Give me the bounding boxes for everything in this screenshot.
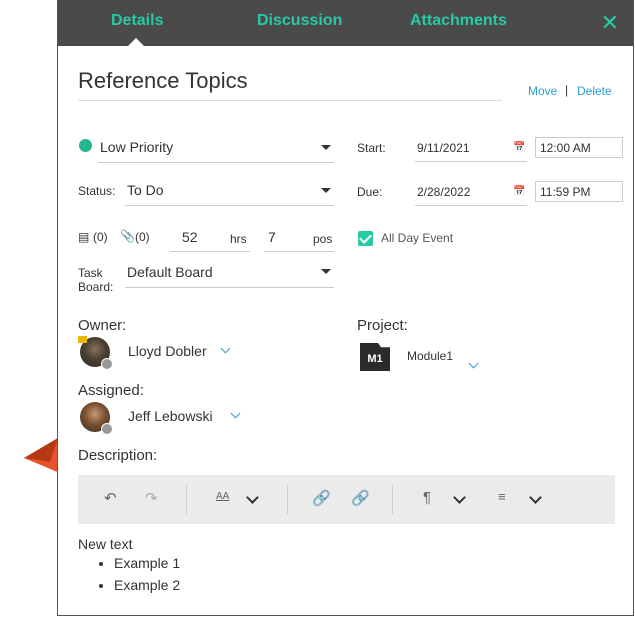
toolbar-divider [392, 485, 393, 514]
position-unit: pos [313, 232, 333, 246]
list-item: Example 1 [114, 552, 180, 574]
description-label: Description: [78, 447, 158, 464]
all-day-label: All Day Event [381, 231, 454, 245]
active-tab-indicator [128, 38, 144, 46]
all-day-checkbox[interactable] [358, 231, 373, 246]
due-time-input[interactable]: 11:59 PM [535, 181, 623, 202]
unlink-icon: 🔗 [351, 490, 370, 507]
priority-select[interactable]: Low Priority [100, 139, 173, 155]
position-underline [264, 251, 334, 252]
tab-attachments[interactable]: Attachments [410, 12, 507, 30]
notes-count: (0) [93, 230, 108, 244]
owner-status-indicator [101, 358, 113, 370]
start-date-underline [415, 161, 527, 162]
project-label: Project: [357, 317, 408, 334]
close-icon[interactable]: ✕ [601, 12, 619, 34]
task-board-label-line1: Task [78, 266, 103, 280]
toolbar-divider [186, 485, 187, 514]
paragraph-chevron-down-icon[interactable] [453, 491, 466, 504]
assigned-status-indicator [101, 423, 113, 435]
due-date-input[interactable]: 2/28/2022 [417, 185, 470, 199]
list-item: Example 2 [114, 574, 180, 596]
assigned-chevron-down-icon[interactable] [230, 408, 241, 419]
priority-dropdown-icon[interactable] [321, 145, 331, 150]
owner-chevron-down-icon[interactable] [220, 343, 231, 354]
priority-underline [98, 162, 334, 163]
redo-icon: ↷ [145, 490, 158, 507]
hours-unit: hrs [230, 232, 247, 246]
start-calendar-icon[interactable]: 📅 [513, 142, 525, 153]
position-input[interactable]: 7 [268, 229, 276, 245]
description-bullet-list: Example 1 Example 2 [78, 552, 180, 596]
due-label: Due: [357, 185, 383, 199]
owner-label: Owner: [78, 317, 127, 334]
due-calendar-icon[interactable]: 📅 [513, 186, 525, 197]
status-select[interactable]: To Do [127, 182, 164, 198]
start-time-input[interactable]: 12:00 AM [535, 137, 623, 158]
task-board-select[interactable]: Default Board [127, 264, 213, 280]
font-size-icon[interactable]: AA [216, 491, 229, 502]
project-module-badge: M1 [360, 343, 390, 371]
assigned-name[interactable]: Jeff Lebowski [128, 408, 213, 424]
hours-underline [170, 251, 250, 252]
task-board-underline [125, 287, 334, 288]
start-date-input[interactable]: 9/11/2021 [417, 141, 470, 155]
list-icon[interactable]: ≡ [498, 489, 506, 504]
tab-discussion[interactable]: Discussion [257, 12, 342, 30]
status-underline [125, 205, 334, 206]
status-dropdown-icon[interactable] [321, 188, 331, 193]
project-chevron-down-icon[interactable] [468, 358, 479, 369]
attachments-count: (0) [135, 230, 150, 244]
description-editor[interactable]: New text Example 1 Example 2 [78, 536, 180, 596]
owner-crown-icon [78, 336, 87, 343]
action-separator: | [565, 83, 569, 97]
start-label: Start: [357, 141, 386, 155]
owner-name[interactable]: Lloyd Dobler [128, 343, 207, 359]
toolbar-divider [287, 485, 288, 514]
task-board-label: Task Board: [78, 266, 113, 294]
move-link[interactable]: Move [528, 84, 557, 98]
title-underline [78, 100, 502, 101]
task-title[interactable]: Reference Topics [78, 68, 248, 94]
hours-input[interactable]: 52 [182, 229, 198, 245]
list-chevron-down-icon[interactable] [529, 491, 542, 504]
undo-icon[interactable]: ↶ [104, 489, 117, 507]
priority-color-dot [79, 139, 92, 152]
font-size-chevron-down-icon[interactable] [246, 491, 259, 504]
assigned-label: Assigned: [78, 382, 144, 399]
task-board-dropdown-icon[interactable] [321, 269, 331, 274]
project-name[interactable]: Module1 [407, 349, 453, 363]
tab-bar: Details Discussion Attachments ✕ [58, 0, 633, 46]
paperclip-icon[interactable]: 📎 [120, 229, 135, 243]
delete-link[interactable]: Delete [577, 84, 612, 98]
paragraph-icon[interactable]: ¶ [423, 489, 431, 506]
description-text: New text [78, 536, 133, 552]
editor-toolbar: ↶ ↷ AA 🔗 🔗 ¶ ≡ [78, 475, 615, 524]
tab-details[interactable]: Details [111, 12, 163, 30]
status-label: Status: [78, 184, 116, 198]
task-board-label-line2: Board: [78, 280, 114, 294]
task-details-panel: Details Discussion Attachments ✕ Referen… [57, 0, 634, 616]
notes-icon[interactable]: ▤ [78, 230, 89, 244]
due-date-underline [415, 205, 527, 206]
link-icon: 🔗 [312, 490, 331, 507]
